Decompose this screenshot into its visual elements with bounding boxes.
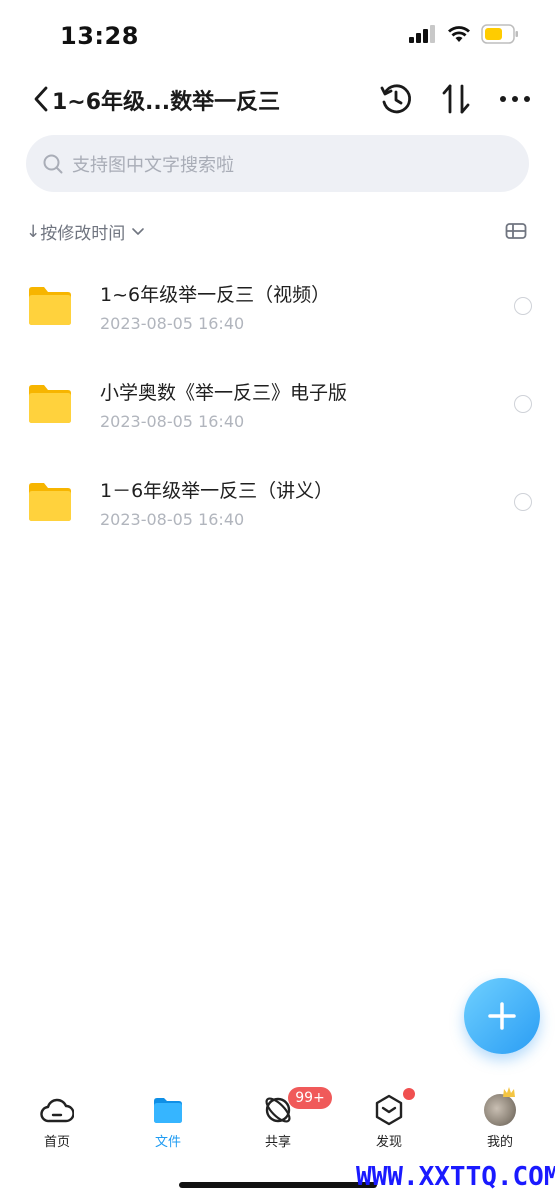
folder-icon xyxy=(150,1092,186,1127)
avatar xyxy=(482,1086,518,1127)
back-button[interactable] xyxy=(28,82,54,116)
new-dot-badge xyxy=(403,1088,415,1100)
tab-home[interactable]: 首页 xyxy=(17,1080,97,1150)
status-icons xyxy=(409,24,519,48)
more-dots-icon xyxy=(500,96,530,102)
list-item[interactable]: 1－6年级举一反三（讲义） 2023-08-05 16:40 xyxy=(0,454,555,552)
tab-home-label: 首页 xyxy=(43,1135,70,1150)
search-placeholder: 支持图中文字搜索啦 xyxy=(72,154,234,176)
file-date: 2023-08-05 16:40 xyxy=(100,412,245,431)
watermark: WWW.XXTTQ.COM xyxy=(356,1162,555,1192)
search-input[interactable]: 支持图中文字搜索啦 xyxy=(26,135,529,192)
search-icon xyxy=(43,154,63,173)
sort-order-button[interactable] xyxy=(437,80,475,118)
tab-bar: 首页 文件 共享 发现 我的 xyxy=(0,1080,555,1160)
chevron-left-icon xyxy=(34,86,48,112)
folder-icon xyxy=(29,287,71,325)
chevron-down-icon xyxy=(132,227,145,235)
home-indicator xyxy=(179,1182,377,1188)
list-item[interactable]: 小学奥数《举一反三》电子版 2023-08-05 16:40 xyxy=(0,356,555,454)
cloud-icon xyxy=(39,1092,75,1127)
tab-files[interactable]: 文件 xyxy=(128,1080,208,1150)
avatar-image xyxy=(484,1086,516,1126)
sort-arrow: ↓ xyxy=(26,221,41,242)
list-item[interactable]: 1~6年级举一反三（视频） 2023-08-05 16:40 xyxy=(0,258,555,356)
tab-files-label: 文件 xyxy=(154,1135,181,1150)
cube-icon xyxy=(371,1092,407,1127)
wifi-icon xyxy=(447,25,471,47)
history-button[interactable] xyxy=(377,80,415,118)
plus-icon xyxy=(488,1002,516,1030)
tab-discover[interactable]: 发现 xyxy=(349,1080,429,1150)
select-checkbox[interactable] xyxy=(514,493,532,511)
page-title: 1~6年级...数举一反三 xyxy=(52,90,281,115)
nav-bar: 1~6年级...数举一反三 xyxy=(0,78,555,120)
file-date: 2023-08-05 16:40 xyxy=(100,314,245,333)
folder-icon xyxy=(29,385,71,423)
status-time: 13:28 xyxy=(60,22,139,50)
file-date: 2023-08-05 16:40 xyxy=(100,510,245,529)
signal-icon xyxy=(409,25,437,47)
view-mode-button[interactable] xyxy=(503,218,529,244)
more-button[interactable] xyxy=(496,80,534,118)
tab-discover-label: 发现 xyxy=(375,1135,402,1150)
add-button[interactable] xyxy=(464,978,540,1054)
sort-label: 按修改时间 xyxy=(40,224,126,244)
tab-mine-label: 我的 xyxy=(486,1135,513,1150)
battery-icon xyxy=(481,24,519,48)
tab-share-label: 共享 xyxy=(264,1135,291,1150)
file-name: 小学奥数《举一反三》电子版 xyxy=(100,382,348,404)
crown-icon xyxy=(503,1086,515,1097)
status-bar: 13:28 xyxy=(0,0,555,70)
folder-icon xyxy=(29,483,71,521)
sort-dropdown[interactable]: ↓ 按修改时间 xyxy=(26,219,145,244)
tab-mine[interactable]: 我的 xyxy=(460,1080,540,1150)
history-icon xyxy=(380,84,412,114)
view-mode-icon xyxy=(505,223,527,239)
file-name: 1~6年级举一反三（视频） xyxy=(100,284,331,306)
notification-badge: 99+ xyxy=(288,1087,332,1109)
sort-row: ↓ 按修改时间 xyxy=(26,218,529,244)
select-checkbox[interactable] xyxy=(514,297,532,315)
file-name: 1－6年级举一反三（讲义） xyxy=(100,480,334,502)
select-checkbox[interactable] xyxy=(514,395,532,413)
sort-arrows-icon xyxy=(442,84,470,114)
